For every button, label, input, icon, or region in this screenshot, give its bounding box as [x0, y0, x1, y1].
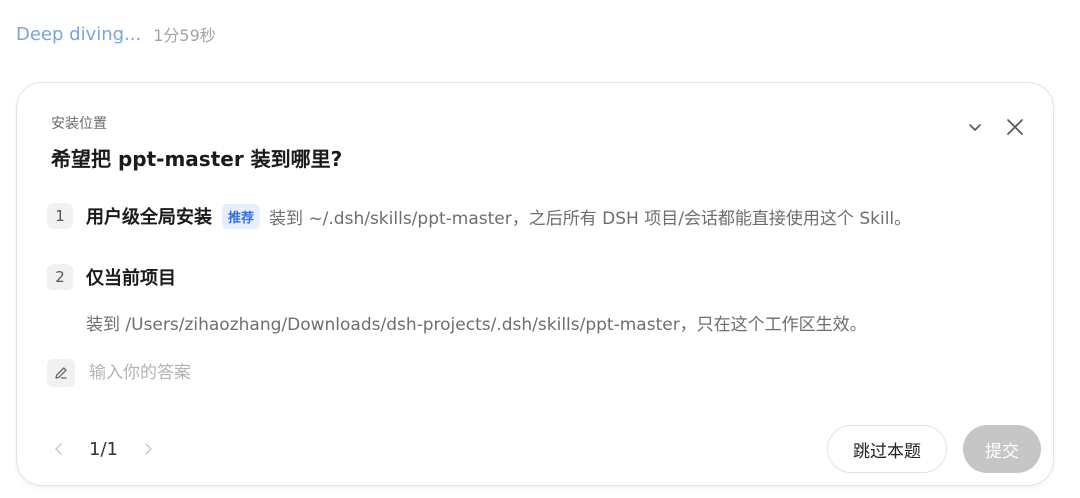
option-line: 用户级全局安装 推荐 装到 ~/.dsh/skills/ppt-master，之…: [86, 203, 911, 229]
status-bar: Deep diving... 1分59秒: [16, 22, 216, 46]
pencil-icon: [47, 359, 75, 387]
option-title: 用户级全局安装: [86, 207, 212, 228]
skip-button[interactable]: 跳过本题: [827, 425, 947, 473]
chevron-left-icon[interactable]: [47, 437, 71, 461]
pager: 1/1: [47, 436, 160, 462]
section-label: 安装位置: [51, 116, 107, 132]
elapsed-time: 1分59秒: [153, 26, 216, 45]
recommended-badge: 推荐: [222, 203, 261, 229]
option-description: 装到 /Users/zihaozhang/Downloads/dsh-proje…: [86, 315, 867, 335]
chevron-right-icon[interactable]: [136, 437, 160, 461]
option-description: 装到 ~/.dsh/skills/ppt-master，之后所有 DSH 项目/…: [269, 208, 912, 229]
question-card: 安装位置 希望把 ppt-master 装到哪里? 1 用户级全局安装 推荐 装…: [16, 82, 1054, 486]
status-text: Deep diving...: [16, 23, 142, 45]
answer-row: [47, 359, 591, 387]
option-line: 仅当前项目: [86, 264, 176, 290]
page-indicator: 1/1: [89, 438, 118, 460]
chevron-down-icon[interactable]: [963, 115, 987, 139]
close-icon[interactable]: [1003, 115, 1027, 139]
card-actions: [963, 115, 1027, 139]
option-title: 仅当前项目: [86, 268, 176, 289]
answer-input[interactable]: [87, 362, 591, 384]
question-title: 希望把 ppt-master 装到哪里?: [51, 147, 343, 171]
submit-button[interactable]: 提交: [963, 425, 1041, 473]
option-number: 1: [47, 203, 73, 229]
option-number: 2: [47, 264, 73, 290]
